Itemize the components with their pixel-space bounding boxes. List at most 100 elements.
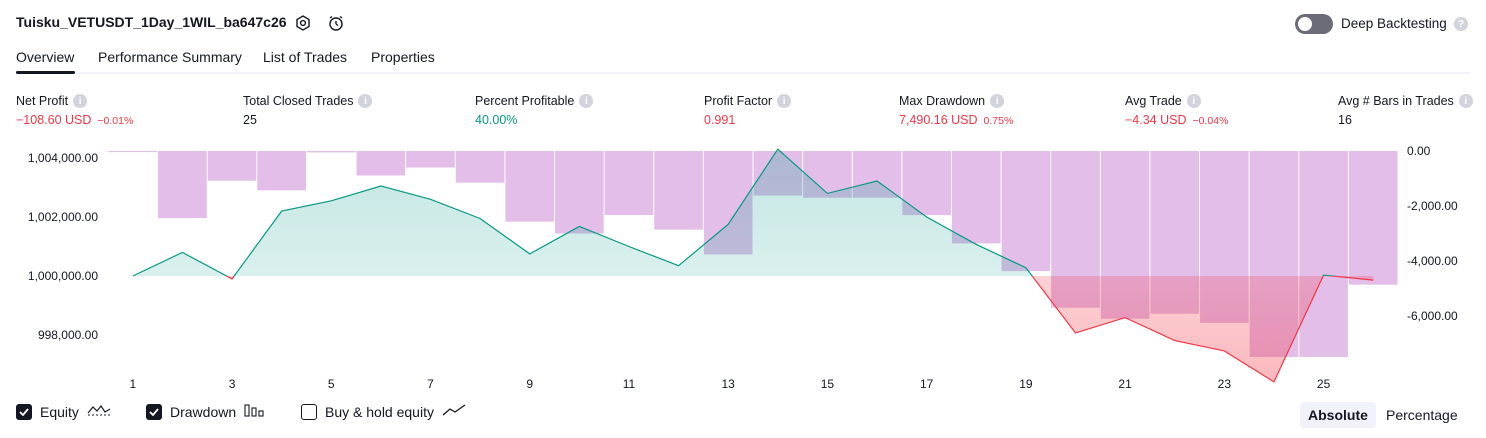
metric-value: −108.60 USD −0.01% <box>16 113 133 127</box>
drawdown-bar <box>406 151 455 168</box>
metric-label: Total Closed Trades i <box>243 94 373 108</box>
tab-divider <box>16 72 1470 74</box>
metric-label: Avg Trade i <box>1125 94 1201 108</box>
x-axis-tick: 21 <box>1118 377 1132 391</box>
drawdown-bar <box>356 151 406 176</box>
info-icon[interactable]: i <box>73 94 88 108</box>
x-axis-tick: 13 <box>722 377 736 391</box>
equity-label: Equity <box>40 403 79 420</box>
metric-label: Profit Factor i <box>704 94 792 108</box>
metric-label-text: Avg Trade <box>1125 94 1182 108</box>
legend-equity[interactable]: Equity <box>16 403 111 420</box>
legend-buy-hold[interactable]: Buy & hold equity <box>301 403 466 420</box>
x-axis-tick: 25 <box>1317 377 1331 391</box>
x-axis-tick: 23 <box>1218 377 1232 391</box>
tab-performance-summary[interactable]: Performance Summary <box>98 49 242 65</box>
metric-label: Avg # Bars in Trades i <box>1338 94 1473 108</box>
metric-sub-value: 0.75% <box>983 115 1014 127</box>
x-axis-tick: 9 <box>526 377 533 391</box>
metric-value-text: 40.00% <box>475 113 518 127</box>
drawdown-bar <box>257 151 306 191</box>
buy-hold-label: Buy & hold equity <box>325 403 434 420</box>
x-axis-tick: 19 <box>1019 377 1033 391</box>
metric-value-text: 7,490.16 USD <box>899 113 978 127</box>
x-axis-tick: 17 <box>920 377 934 391</box>
metric-label-text: Profit Factor <box>704 94 773 108</box>
right-axis-tick: -6,000.00 <box>1407 309 1458 323</box>
metric-label-text: Avg # Bars in Trades <box>1338 94 1454 108</box>
left-axis-tick: 1,000,000.00 <box>28 269 98 283</box>
drawdown-bar <box>654 151 703 230</box>
info-icon[interactable]: i <box>1186 94 1201 108</box>
percentage-button[interactable]: Percentage <box>1378 402 1466 428</box>
metric-value: 25 <box>243 113 257 127</box>
metric-value: 40.00% <box>475 113 517 127</box>
drawdown-bars-icon <box>244 403 264 420</box>
metric-label-text: Total Closed Trades <box>243 94 354 108</box>
metric-value-text: 0.991 <box>704 113 736 127</box>
drawdown-bar <box>158 151 207 219</box>
drawdown-bar <box>1348 151 1398 285</box>
metric-label-text: Net Profit <box>16 94 69 108</box>
help-icon[interactable]: ? <box>1454 17 1468 31</box>
x-axis-tick: 11 <box>623 377 636 391</box>
metric-value: 7,490.16 USD 0.75% <box>899 113 1013 127</box>
strategy-title: Tuisku_VETUSDT_1Day_1WIL_ba647c26 <box>16 14 287 30</box>
equity-drawdown-chart: 1,004,000.00 1,002,000.00 1,000,000.00 998,… <box>28 144 1458 391</box>
metric-value-text: −4.34 USD <box>1125 113 1187 127</box>
metric-value: −4.34 USD −0.04% <box>1125 113 1228 127</box>
x-axis-tick: 5 <box>328 377 335 391</box>
right-axis-tick: 0.00 <box>1407 144 1431 158</box>
x-axis-tick: 15 <box>821 377 835 391</box>
tab-properties[interactable]: Properties <box>371 49 435 65</box>
right-axis-tick: -2,000.00 <box>1407 199 1458 213</box>
absolute-button[interactable]: Absolute <box>1300 402 1376 428</box>
deep-backtesting-toggle[interactable] <box>1295 14 1333 34</box>
drawdown-bar <box>108 151 158 153</box>
left-axis-tick: 1,002,000.00 <box>28 210 98 224</box>
metric-sub-value: −0.01% <box>97 115 134 127</box>
metric-label: Max Drawdown i <box>899 94 1005 108</box>
equity-icon <box>87 403 111 420</box>
info-icon[interactable]: i <box>990 94 1005 108</box>
metric-value-text: 25 <box>243 113 257 127</box>
metric-label: Percent Profitable i <box>475 94 594 108</box>
metric-label-text: Percent Profitable <box>475 94 575 108</box>
equity-checkbox[interactable] <box>16 403 32 420</box>
deep-backtesting-label: Deep Backtesting <box>1341 16 1447 31</box>
settings-icon[interactable] <box>293 13 313 33</box>
tab-list-of-trades[interactable]: List of Trades <box>263 49 347 65</box>
metric-label: Net Profit i <box>16 94 88 108</box>
drawdown-bar <box>505 151 555 222</box>
info-icon[interactable]: i <box>777 94 792 108</box>
buy-hold-line-icon <box>442 403 466 420</box>
drawdown-bar <box>455 151 505 183</box>
metric-value: 0.991 <box>704 113 735 127</box>
info-icon[interactable]: i <box>579 94 594 108</box>
left-axis-tick: 1,004,000.00 <box>28 151 98 165</box>
metric-value-text: −108.60 USD <box>16 113 92 127</box>
drawdown-label: Drawdown <box>170 403 237 420</box>
drawdown-bar <box>1001 151 1051 272</box>
x-axis-tick: 1 <box>129 377 136 391</box>
metric-value: 16 <box>1338 113 1352 127</box>
metric-label-text: Max Drawdown <box>899 94 986 108</box>
left-axis-tick: 998,000.00 <box>38 328 98 342</box>
metric-value-text: 16 <box>1338 113 1352 127</box>
tab-overview[interactable]: Overview <box>16 49 74 65</box>
drawdown-bar <box>555 151 604 234</box>
add-alert-icon[interactable] <box>326 13 346 33</box>
drawdown-bar <box>306 151 356 153</box>
info-icon[interactable]: i <box>1458 94 1473 108</box>
drawdown-checkbox[interactable] <box>146 403 162 420</box>
drawdown-bar <box>604 151 654 216</box>
buy-hold-checkbox[interactable] <box>301 403 317 420</box>
info-icon[interactable]: i <box>358 94 373 108</box>
legend-drawdown[interactable]: Drawdown <box>146 403 264 420</box>
drawdown-bar <box>951 151 1001 244</box>
x-axis-tick: 7 <box>427 377 434 391</box>
active-tab-indicator <box>16 71 75 74</box>
drawdown-bar <box>207 151 257 181</box>
metric-sub-value: −0.04% <box>1192 115 1229 127</box>
right-axis-tick: -4,000.00 <box>1407 254 1458 268</box>
